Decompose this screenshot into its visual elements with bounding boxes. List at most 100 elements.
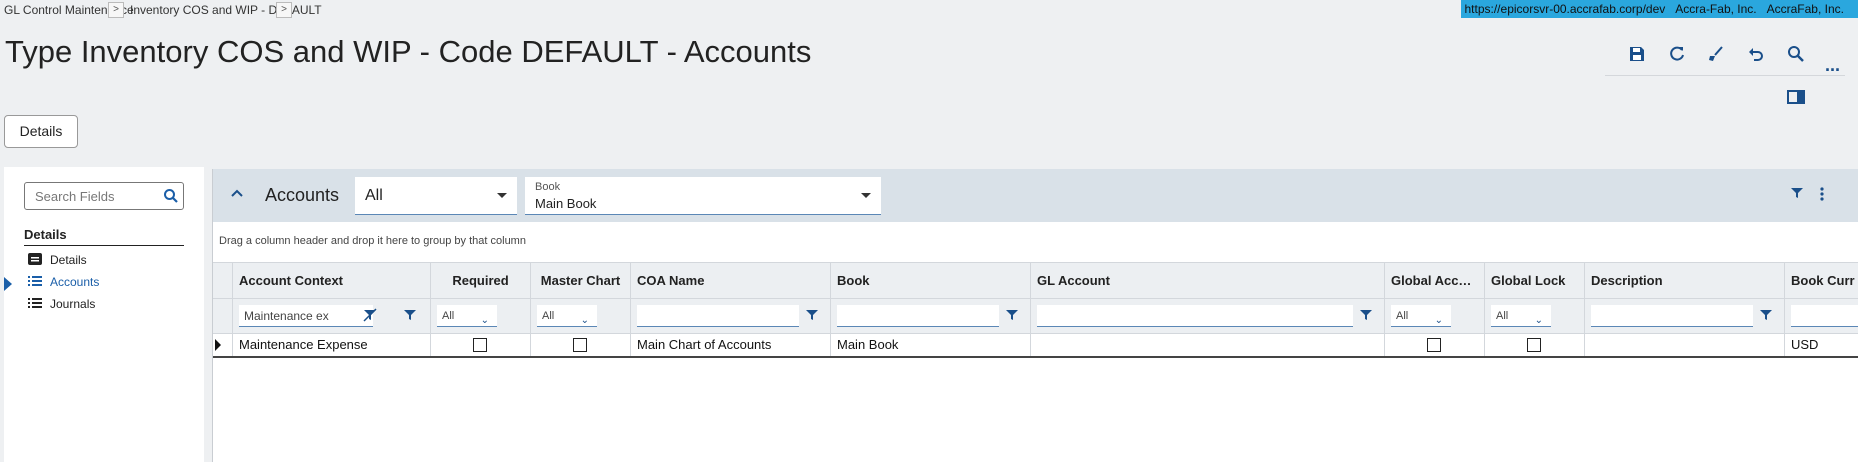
filter-cell-gl-account	[1031, 299, 1385, 333]
global-lock-checkbox[interactable]	[1527, 338, 1541, 352]
environment-banner: https://epicorsvr-00.accrafab.corp/dev Ac…	[1460, 0, 1858, 18]
breadcrumb-chevron-icon[interactable]: >	[276, 2, 292, 18]
sidebar-item-label: Journals	[50, 297, 96, 311]
chevron-down-icon: ⌄	[480, 315, 489, 326]
sidebar-item-accounts[interactable]: Accounts	[28, 275, 99, 290]
top-bar: GL Control Maintenance > Inventory COS a…	[0, 0, 1858, 22]
breadcrumb-chevron-icon[interactable]: >	[108, 2, 124, 18]
accounts-filter-value: All	[365, 187, 383, 204]
book-filter-input[interactable]	[837, 305, 999, 327]
description-filter-input[interactable]	[1591, 305, 1753, 327]
col-header-account-context[interactable]: Account Context	[233, 263, 431, 298]
undo-icon[interactable]	[1746, 44, 1768, 66]
account-context-filter-input[interactable]: Maintenance ex	[239, 305, 373, 327]
col-header-book[interactable]: Book	[831, 263, 1031, 298]
grid-header-row: Account Context Required Master Chart CO…	[213, 262, 1858, 299]
chevron-down-icon: ⌄	[1434, 315, 1443, 326]
page-title: Type Inventory COS and WIP - Code DEFAUL…	[5, 34, 812, 69]
required-filter-value: All	[442, 310, 455, 322]
clear-icon[interactable]	[1706, 44, 1728, 66]
grid-filter-row: Maintenance ex All ⌄ All ⌄ All ⌄ All ⌄	[213, 299, 1858, 334]
row-indicator-header	[213, 263, 233, 298]
caret-down-icon	[497, 193, 507, 198]
col-header-coa-name[interactable]: COA Name	[631, 263, 831, 298]
panel-toggle-icon[interactable]	[1786, 87, 1808, 109]
row-indicator-filter	[213, 299, 233, 333]
master-chart-filter-value: All	[542, 310, 555, 322]
sidebar-item-journals[interactable]: Journals	[28, 297, 95, 312]
more-icon[interactable]: ...	[1825, 56, 1847, 82]
filter-cell-description	[1585, 299, 1785, 333]
refresh-icon[interactable]	[1667, 44, 1689, 66]
breadcrumb-item-inventory-cos[interactable]: Inventory COS and WIP - DEFAULT	[130, 3, 322, 17]
col-header-book-currency[interactable]: Book Curr	[1785, 263, 1858, 298]
book-currency-filter-input[interactable]	[1791, 305, 1858, 327]
chevron-down-icon: ⌄	[580, 315, 589, 326]
col-header-global-account[interactable]: Global Acc…	[1385, 263, 1485, 298]
environment-company: Accra-Fab, Inc.	[1675, 2, 1757, 16]
filter-icon[interactable]	[1790, 186, 1804, 205]
search-icon[interactable]	[163, 188, 179, 209]
accounts-panel: Accounts All Book Main Book Drag a colum…	[212, 169, 1858, 462]
book-select[interactable]: Book Main Book	[525, 177, 881, 215]
col-header-required[interactable]: Required	[431, 263, 531, 298]
cell-book-currency[interactable]: USD	[1785, 334, 1858, 356]
gl-account-filter-input[interactable]	[1037, 305, 1353, 327]
chevron-down-icon: ⌄	[1534, 315, 1543, 326]
nav-section-title: Details	[24, 227, 184, 246]
search-fields-box[interactable]	[24, 182, 184, 210]
environment-site: AccraFab, Inc.	[1766, 2, 1844, 16]
environment-url: https://epicorsvr-00.accrafab.corp/dev	[1464, 2, 1666, 16]
col-header-global-lock[interactable]: Global Lock	[1485, 263, 1585, 298]
filter-cell-coa-name	[631, 299, 831, 333]
cell-description[interactable]	[1585, 334, 1785, 356]
details-button[interactable]: Details	[4, 115, 78, 148]
cell-gl-account[interactable]	[1031, 334, 1385, 356]
search-fields-input[interactable]	[35, 184, 163, 208]
filter-icon[interactable]	[1755, 308, 1777, 330]
cell-master-chart	[531, 334, 631, 356]
caret-down-icon	[861, 193, 871, 198]
master-chart-checkbox[interactable]	[573, 338, 587, 352]
filter-cell-book	[831, 299, 1031, 333]
filter-cell-global-lock: All ⌄	[1485, 299, 1585, 333]
sidebar-item-label: Accounts	[50, 275, 100, 289]
filter-cell-account-context: Maintenance ex	[233, 299, 431, 333]
col-header-description[interactable]: Description	[1585, 263, 1785, 298]
cell-book[interactable]: Main Book	[831, 334, 1031, 356]
required-filter-select[interactable]: All ⌄	[437, 305, 497, 327]
left-nav-panel: Details Details Accounts Journals	[4, 167, 204, 462]
filter-cell-global-account: All ⌄	[1385, 299, 1485, 333]
kebab-menu-icon[interactable]	[1819, 186, 1825, 207]
card-icon	[28, 253, 42, 268]
cell-coa-name[interactable]: Main Chart of Accounts	[631, 334, 831, 356]
global-lock-filter-select[interactable]: All ⌄	[1491, 305, 1551, 327]
save-icon[interactable]	[1627, 44, 1649, 66]
col-header-gl-account[interactable]: GL Account	[1031, 263, 1385, 298]
filter-icon[interactable]	[399, 308, 421, 330]
coa-name-filter-input[interactable]	[637, 305, 799, 327]
table-row[interactable]: Maintenance Expense Main Chart of Accoun…	[213, 334, 1858, 358]
book-label: Book	[535, 181, 561, 193]
book-value: Main Book	[535, 196, 597, 211]
filter-icon[interactable]	[801, 308, 823, 330]
active-item-marker	[4, 277, 12, 291]
filter-icon[interactable]	[1001, 308, 1023, 330]
col-header-master-chart[interactable]: Master Chart	[531, 263, 631, 298]
filter-icon[interactable]	[1355, 308, 1377, 330]
global-account-checkbox[interactable]	[1427, 338, 1441, 352]
sidebar-item-details[interactable]: Details	[28, 253, 87, 268]
global-account-filter-select[interactable]: All ⌄	[1391, 305, 1451, 327]
list-icon	[28, 275, 42, 290]
master-chart-filter-select[interactable]: All ⌄	[537, 305, 597, 327]
accounts-filter-select[interactable]: All	[355, 177, 517, 215]
clear-filter-icon[interactable]	[359, 308, 381, 330]
cell-account-context[interactable]: Maintenance Expense	[233, 334, 431, 356]
search-icon[interactable]	[1786, 44, 1808, 66]
chevron-up-icon[interactable]	[230, 185, 244, 201]
required-checkbox[interactable]	[473, 338, 487, 352]
sidebar-item-label: Details	[50, 253, 87, 267]
filter-cell-required: All ⌄	[431, 299, 531, 333]
cell-required	[431, 334, 531, 356]
cell-global-lock	[1485, 334, 1585, 356]
